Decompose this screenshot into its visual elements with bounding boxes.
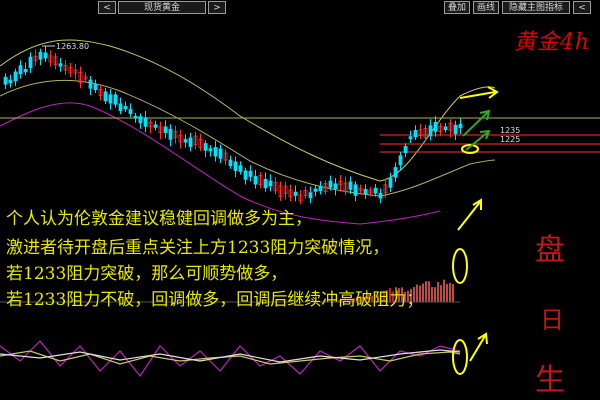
candle-body [203,143,208,151]
candle-body [188,137,193,147]
candle-body [93,83,98,91]
candle-body [108,94,113,104]
candle-body [408,136,413,140]
candle-body [58,63,63,67]
annotation-line-2: 激进者待开盘后重点关注上方1233阻力突破情况， [6,238,390,258]
candle-body [118,103,123,112]
candle-body [28,56,33,69]
candle-body [378,192,383,199]
arrow-up-3 [469,335,486,362]
candle-body [183,139,188,143]
high-marker-label: 1263.80 [56,42,89,51]
annotation-line-1: 个人认为伦敦金建议稳健回调做多为主， [6,209,312,229]
candle-body [353,184,358,196]
candle-body [123,106,128,110]
chart-title-note: 黄金4h [513,30,590,55]
annotation-line-3: 若1233阻力突破，那么可顺势做多， [6,264,288,284]
candle-body [443,126,448,131]
candle-body [213,147,218,157]
candle-body [248,170,253,177]
candle-body [103,91,108,102]
circle-marker-3 [452,339,468,375]
candle-body [228,159,233,167]
draw-line-button[interactable]: 画线 [473,1,499,14]
candle-body [218,148,223,159]
level-label-1235: 1235 [500,126,520,135]
candle-body [43,52,48,59]
candle-body [313,188,318,192]
candle-body [143,117,148,127]
hide-indicators-button[interactable]: 隐藏主图指标 [502,1,570,14]
symbol-title: 现货黄金 [118,1,206,14]
side-note-3: 生 [535,363,565,398]
candle-body [373,187,378,194]
candle-body [388,177,393,188]
candle-body [138,116,143,124]
circle-marker-2 [452,248,468,284]
prev-symbol-button[interactable]: < [98,1,116,14]
candle-body [393,167,398,178]
candle-body [398,155,403,166]
candle-body [293,191,298,196]
candle-body [363,189,368,195]
side-note-2: 日 [540,306,564,334]
candle-body [268,180,273,187]
side-note-1: 盘 [535,233,565,268]
arrow-up-2 [457,201,481,231]
candle-body [238,165,243,172]
candle-body [128,109,133,114]
candle-body [328,180,333,188]
candles [3,46,463,205]
next-symbol-button[interactable]: > [208,1,226,14]
band-lower [0,102,441,225]
candle-body [13,71,18,82]
candle-body [433,121,438,132]
candle-body [23,69,28,73]
candle-body [318,186,323,192]
candle-body [308,192,313,199]
annotation-line-4: 若1233阻力不破，回调做多，回调后继续冲高破阻力； [6,290,424,310]
candle-body [428,125,433,137]
candle-body [413,130,418,138]
candle-body [243,170,248,180]
candle-body [153,124,158,128]
candle-body [8,79,13,84]
candle-body [88,79,93,89]
candle-body [3,76,8,85]
chart-toolbar: < 现货黄金 > 叠加 画线 隐藏主图指标 < [0,0,600,16]
candle-body [113,94,118,105]
back-button[interactable]: < [573,1,591,14]
candle-body [133,115,138,119]
candle-body [38,51,43,60]
oscillator-panel [0,340,461,378]
candle-body [453,124,458,135]
level-label-1225: 1225 [500,135,520,144]
candle-body [233,161,238,171]
candle-body [168,128,173,140]
candle-body [333,183,338,189]
candle-body [163,126,168,134]
candle-body [263,178,268,189]
candle-body [348,181,353,190]
candle-body [458,124,463,129]
candle-body [18,65,23,75]
candle-body [403,146,408,153]
candle-body [208,148,213,152]
candle-body [253,176,258,185]
overlay-button[interactable]: 叠加 [444,1,470,14]
